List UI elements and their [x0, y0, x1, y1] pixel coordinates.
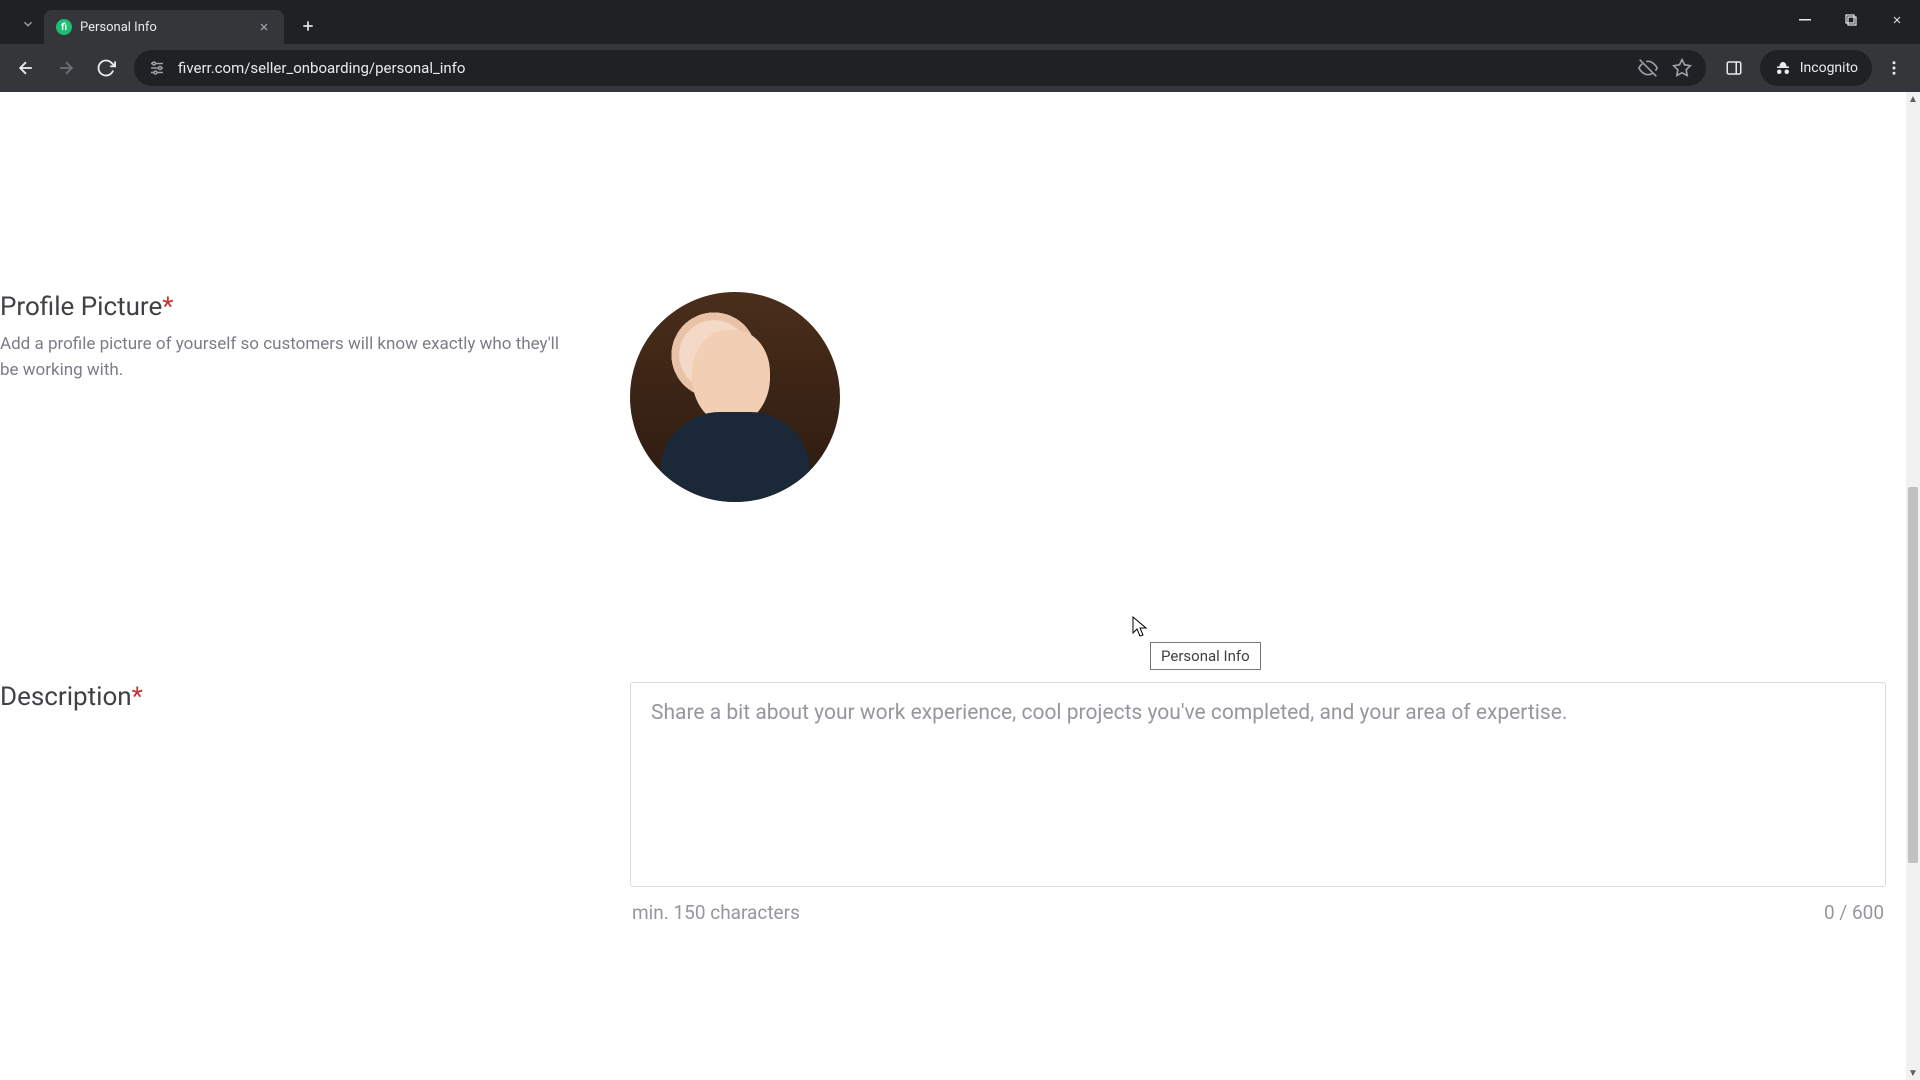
arrow-left-icon: [16, 58, 36, 78]
tab-close-button[interactable]: [256, 19, 272, 35]
site-info-button[interactable]: [148, 59, 166, 77]
heading-text: Profile Picture: [0, 292, 162, 322]
panel-icon: [1725, 59, 1743, 77]
profile-picture-right: [630, 292, 840, 502]
reload-icon: [96, 58, 116, 78]
tune-icon: [148, 59, 166, 77]
section-label: Profile Picture* Add a profile picture o…: [0, 292, 570, 383]
eye-off-icon: [1638, 58, 1658, 78]
browser-menu-button[interactable]: [1876, 50, 1912, 86]
scroll-down-button[interactable]: ▼: [1906, 1066, 1920, 1080]
required-asterisk: *: [132, 682, 143, 712]
back-button[interactable]: [8, 50, 44, 86]
description-char-count: 0 / 600: [1824, 901, 1884, 924]
description-heading: Description*: [0, 682, 570, 712]
description-textarea[interactable]: [630, 682, 1886, 887]
incognito-label: Incognito: [1800, 60, 1858, 76]
arrow-right-icon: [56, 58, 76, 78]
vertical-scrollbar[interactable]: ▲ ▼: [1906, 92, 1920, 1080]
chevron-down-icon: [21, 17, 35, 31]
close-icon: [1891, 14, 1903, 26]
section-profile-picture: Profile Picture* Add a profile picture o…: [0, 92, 1906, 502]
page-content: Profile Picture* Add a profile picture o…: [0, 92, 1906, 1080]
heading-text: Description: [0, 682, 132, 712]
scroll-up-button[interactable]: ▲: [1906, 92, 1920, 106]
minimize-icon: [1799, 14, 1811, 26]
tab-search-dropdown[interactable]: [16, 12, 40, 36]
avatar-placeholder-shape: [660, 412, 810, 502]
favicon-icon: fi: [56, 19, 72, 35]
profile-picture-help: Add a profile picture of yourself so cus…: [0, 332, 560, 383]
plus-icon: [300, 18, 316, 34]
bookmark-button[interactable]: [1672, 58, 1692, 78]
close-icon: [258, 21, 270, 33]
section-description: Description* min. 150 characters 0 / 600: [0, 502, 1906, 924]
side-panel-button[interactable]: [1716, 50, 1752, 86]
eye-off-button[interactable]: [1638, 58, 1658, 78]
browser-toolbar: fiverr.com/seller_onboarding/personal_in…: [0, 44, 1920, 92]
tab-title: Personal Info: [80, 20, 248, 35]
forward-button[interactable]: [48, 50, 84, 86]
required-asterisk: *: [162, 292, 173, 322]
profile-picture-upload[interactable]: [630, 292, 840, 502]
new-tab-button[interactable]: [294, 12, 322, 40]
url-text: fiverr.com/seller_onboarding/personal_in…: [178, 59, 1626, 77]
section-label: Description*: [0, 682, 570, 722]
scrollbar-thumb[interactable]: [1908, 487, 1918, 862]
reload-button[interactable]: [88, 50, 124, 86]
star-icon: [1672, 58, 1692, 78]
incognito-icon: [1774, 59, 1792, 77]
address-bar[interactable]: fiverr.com/seller_onboarding/personal_in…: [134, 50, 1706, 86]
window-minimize-button[interactable]: [1782, 0, 1828, 40]
window-maximize-button[interactable]: [1828, 0, 1874, 40]
description-right: min. 150 characters 0 / 600: [630, 682, 1906, 924]
description-meta: min. 150 characters 0 / 600: [630, 891, 1886, 924]
browser-tabstrip: fi Personal Info: [0, 0, 1920, 44]
tooltip: Personal Info: [1150, 642, 1261, 670]
description-min-hint: min. 150 characters: [632, 901, 800, 924]
window-close-button[interactable]: [1874, 0, 1920, 40]
page-viewport: Profile Picture* Add a profile picture o…: [0, 92, 1920, 1080]
kebab-icon: [1885, 59, 1903, 77]
window-controls: [1782, 0, 1920, 40]
browser-tab[interactable]: fi Personal Info: [44, 10, 284, 44]
profile-picture-heading: Profile Picture*: [0, 292, 570, 322]
incognito-indicator[interactable]: Incognito: [1760, 50, 1872, 86]
maximize-icon: [1845, 14, 1857, 26]
